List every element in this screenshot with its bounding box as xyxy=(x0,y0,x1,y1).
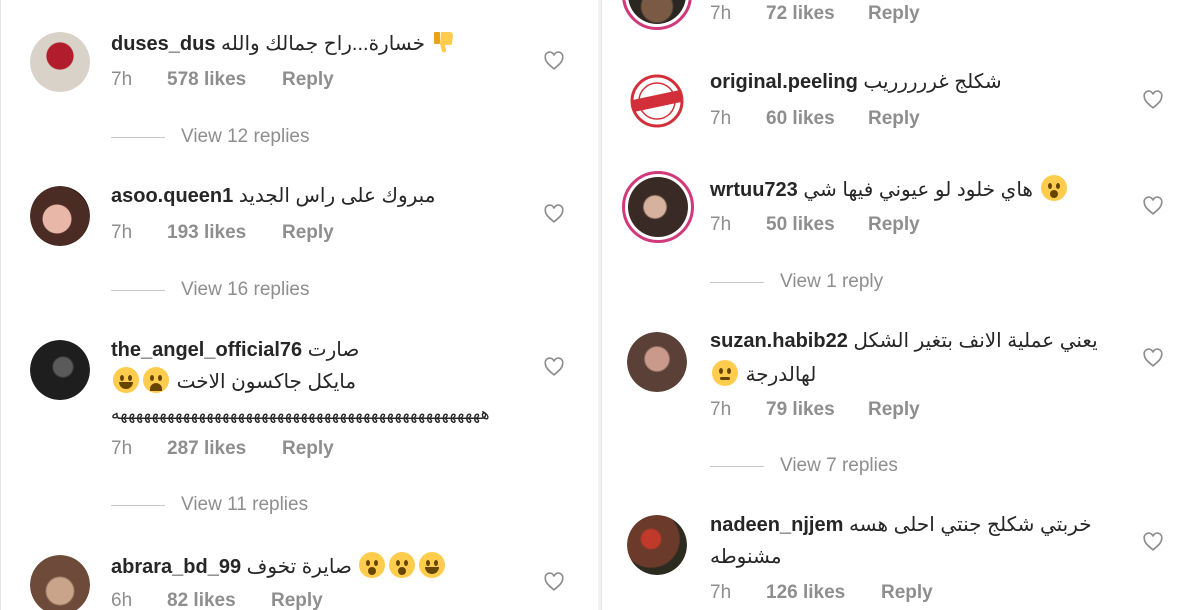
comment-text-line-2: مايكل جاكسون الاخت xyxy=(176,371,357,393)
comment-text-line-3: هههههههههههههههههههههههههههههههههههههههه… xyxy=(111,404,491,423)
comment-username[interactable]: suzan.habib22 xyxy=(710,330,848,352)
likes-count[interactable]: 82 likes xyxy=(167,590,271,610)
comment-text-line-2: مشنوطه xyxy=(710,546,782,568)
astonished-emoji-icon xyxy=(1040,175,1067,201)
likes-count[interactable]: 79 likes xyxy=(766,399,868,421)
comment-text: يعني عملية الانف بتغير الشكل xyxy=(853,330,1098,352)
likes-count[interactable]: 60 likes xyxy=(766,108,868,130)
comment-time: 7h xyxy=(710,108,732,129)
reply-button[interactable]: Reply xyxy=(868,108,920,130)
avatar[interactable] xyxy=(627,515,687,575)
reply-button[interactable]: Reply xyxy=(271,590,323,610)
heart-icon[interactable] xyxy=(1142,89,1164,111)
comment-time: 7h xyxy=(710,3,732,24)
comment-time: 7h xyxy=(710,582,732,603)
astonished-emoji-icon xyxy=(389,552,416,578)
avatar[interactable] xyxy=(30,340,90,400)
comment-time: 6h xyxy=(111,590,133,610)
replies-divider xyxy=(111,504,165,506)
astonished-emoji-icon xyxy=(359,552,386,578)
reply-button[interactable]: Reply xyxy=(282,69,334,91)
comment-text: شكلج غررررريب xyxy=(863,71,1002,93)
reply-button[interactable]: Reply xyxy=(282,222,334,244)
comment-username[interactable]: wrtuu723 xyxy=(710,179,798,201)
comment-username[interactable]: the_angel_official76 xyxy=(111,339,302,361)
comment-username[interactable]: asoo.queen1 xyxy=(111,185,233,207)
view-replies-button[interactable]: View 11 replies xyxy=(111,494,308,516)
comment-time: 7h xyxy=(111,222,133,243)
view-replies-label: View 16 replies xyxy=(181,279,310,300)
right-comments-column[interactable]: 7h 72 likes Reply original.peeling شكلج … xyxy=(601,0,1200,610)
comment-text: مبروك على راس الجديد xyxy=(238,185,436,207)
view-replies-button[interactable]: View 16 replies xyxy=(111,279,310,301)
replies-divider xyxy=(710,281,764,283)
heart-icon[interactable] xyxy=(543,571,565,593)
replies-divider xyxy=(710,465,764,467)
heart-icon[interactable] xyxy=(543,356,565,378)
comment-text-line-2: لهالدرجة xyxy=(745,364,817,386)
avatar[interactable] xyxy=(622,171,694,243)
comment-time: 7h xyxy=(111,69,133,90)
reply-button[interactable]: Reply xyxy=(868,3,920,25)
view-replies-button[interactable]: View 1 reply xyxy=(710,271,883,293)
likes-count[interactable]: 578 likes xyxy=(167,69,282,91)
reply-button[interactable]: Reply xyxy=(282,438,334,460)
avatar[interactable] xyxy=(627,71,687,131)
laughing-emoji-icon xyxy=(113,367,139,393)
heart-icon[interactable] xyxy=(543,203,565,225)
laughing-emoji-icon xyxy=(419,552,446,578)
comment-username[interactable]: abrara_bd_99 xyxy=(111,556,241,578)
comment-text: هاي خلود لو عيوني فيها شي xyxy=(803,179,1033,201)
avatar[interactable] xyxy=(30,555,90,610)
comment-time: 7h xyxy=(111,438,133,459)
likes-count[interactable]: 50 likes xyxy=(766,214,868,236)
comment-time: 7h xyxy=(710,399,732,420)
likes-count[interactable]: 72 likes xyxy=(766,3,868,25)
thumbs-down-icon xyxy=(433,32,453,53)
view-replies-label: View 12 replies xyxy=(181,126,310,147)
reply-button[interactable]: Reply xyxy=(868,214,920,236)
thinking-emoji-icon xyxy=(712,360,738,386)
comment-time: 7h xyxy=(710,214,732,235)
comment-username[interactable]: original.peeling xyxy=(710,71,858,93)
view-replies-label: View 7 replies xyxy=(780,455,898,476)
likes-count[interactable]: 126 likes xyxy=(766,582,881,604)
likes-count[interactable]: 193 likes xyxy=(167,222,282,244)
comment-text: صارت xyxy=(307,339,360,361)
comment-text: خربتي شكلج جنتي احلى هسه xyxy=(848,514,1092,536)
comment-text: صايرة تخوف xyxy=(246,556,352,578)
heart-icon[interactable] xyxy=(1142,347,1164,369)
view-replies-button[interactable]: View 12 replies xyxy=(111,126,310,148)
view-replies-label: View 1 reply xyxy=(780,271,884,292)
reply-button[interactable]: Reply xyxy=(881,582,933,604)
left-comments-column[interactable]: duses_dus خسارة...راح جمالك والله 7h 578… xyxy=(0,0,598,610)
avatar[interactable] xyxy=(627,332,687,392)
comment-username[interactable]: nadeen_njjem xyxy=(710,514,843,536)
original-stamp-logo xyxy=(627,71,687,131)
heart-icon[interactable] xyxy=(1142,195,1164,217)
view-replies-button[interactable]: View 7 replies xyxy=(710,455,898,477)
heart-icon[interactable] xyxy=(1142,531,1164,553)
heart-icon[interactable] xyxy=(543,50,565,72)
comments-screen: duses_dus خسارة...راح جمالك والله 7h 578… xyxy=(0,0,1200,610)
replies-divider xyxy=(111,289,165,291)
crying-emoji-icon xyxy=(143,367,169,393)
comment-text: خسارة...راح جمالك والله xyxy=(221,33,426,55)
likes-count[interactable]: 287 likes xyxy=(167,438,282,460)
replies-divider xyxy=(111,136,165,138)
view-replies-label: View 11 replies xyxy=(181,494,309,515)
avatar[interactable] xyxy=(30,32,90,92)
comment-username[interactable]: duses_dus xyxy=(111,33,215,55)
reply-button[interactable]: Reply xyxy=(868,399,920,421)
avatar[interactable] xyxy=(622,0,692,30)
avatar[interactable] xyxy=(30,186,90,246)
